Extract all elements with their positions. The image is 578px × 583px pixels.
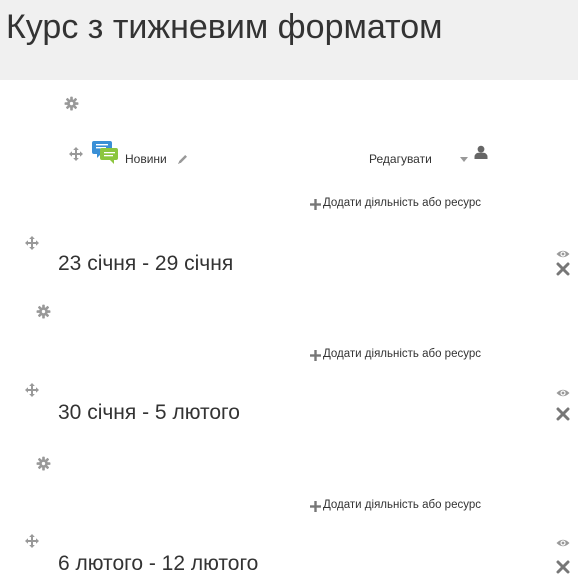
eye-icon[interactable] [556, 249, 570, 259]
add-activity-label: Додати діяльність або ресурс [323, 499, 481, 511]
section-title: 23 січня - 29 січня [58, 252, 234, 275]
move-icon[interactable] [69, 147, 83, 161]
plus-icon [310, 199, 321, 210]
chevron-down-icon[interactable] [460, 157, 468, 163]
course-header: Курс з тижневим форматом [0, 0, 578, 80]
section-title: 6 лютого - 12 лютого [58, 552, 259, 575]
section-title: 30 січня - 5 лютого [58, 401, 240, 424]
edit-menu-link[interactable]: Редагувати [369, 152, 432, 166]
close-icon[interactable] [556, 407, 570, 421]
gear-icon[interactable] [36, 304, 51, 319]
move-icon[interactable] [25, 236, 39, 250]
eye-icon[interactable] [556, 388, 570, 398]
gear-icon[interactable] [36, 456, 51, 471]
move-icon[interactable] [25, 383, 39, 397]
eye-icon[interactable] [556, 538, 570, 548]
forum-icon [92, 139, 120, 165]
add-activity-label: Додати діяльність або ресурс [323, 348, 481, 360]
news-forum-link[interactable]: Новини [125, 152, 167, 166]
close-icon[interactable] [556, 262, 570, 276]
plus-icon [310, 501, 321, 512]
add-activity-label: Додати діяльність або ресурс [323, 197, 481, 209]
close-icon[interactable] [556, 560, 570, 574]
plus-icon [310, 350, 321, 361]
gear-icon[interactable] [64, 96, 79, 111]
page-title: Курс з тижневим форматом [6, 8, 443, 46]
user-icon[interactable] [474, 145, 488, 159]
move-icon[interactable] [25, 534, 39, 548]
pencil-icon[interactable] [177, 153, 189, 165]
